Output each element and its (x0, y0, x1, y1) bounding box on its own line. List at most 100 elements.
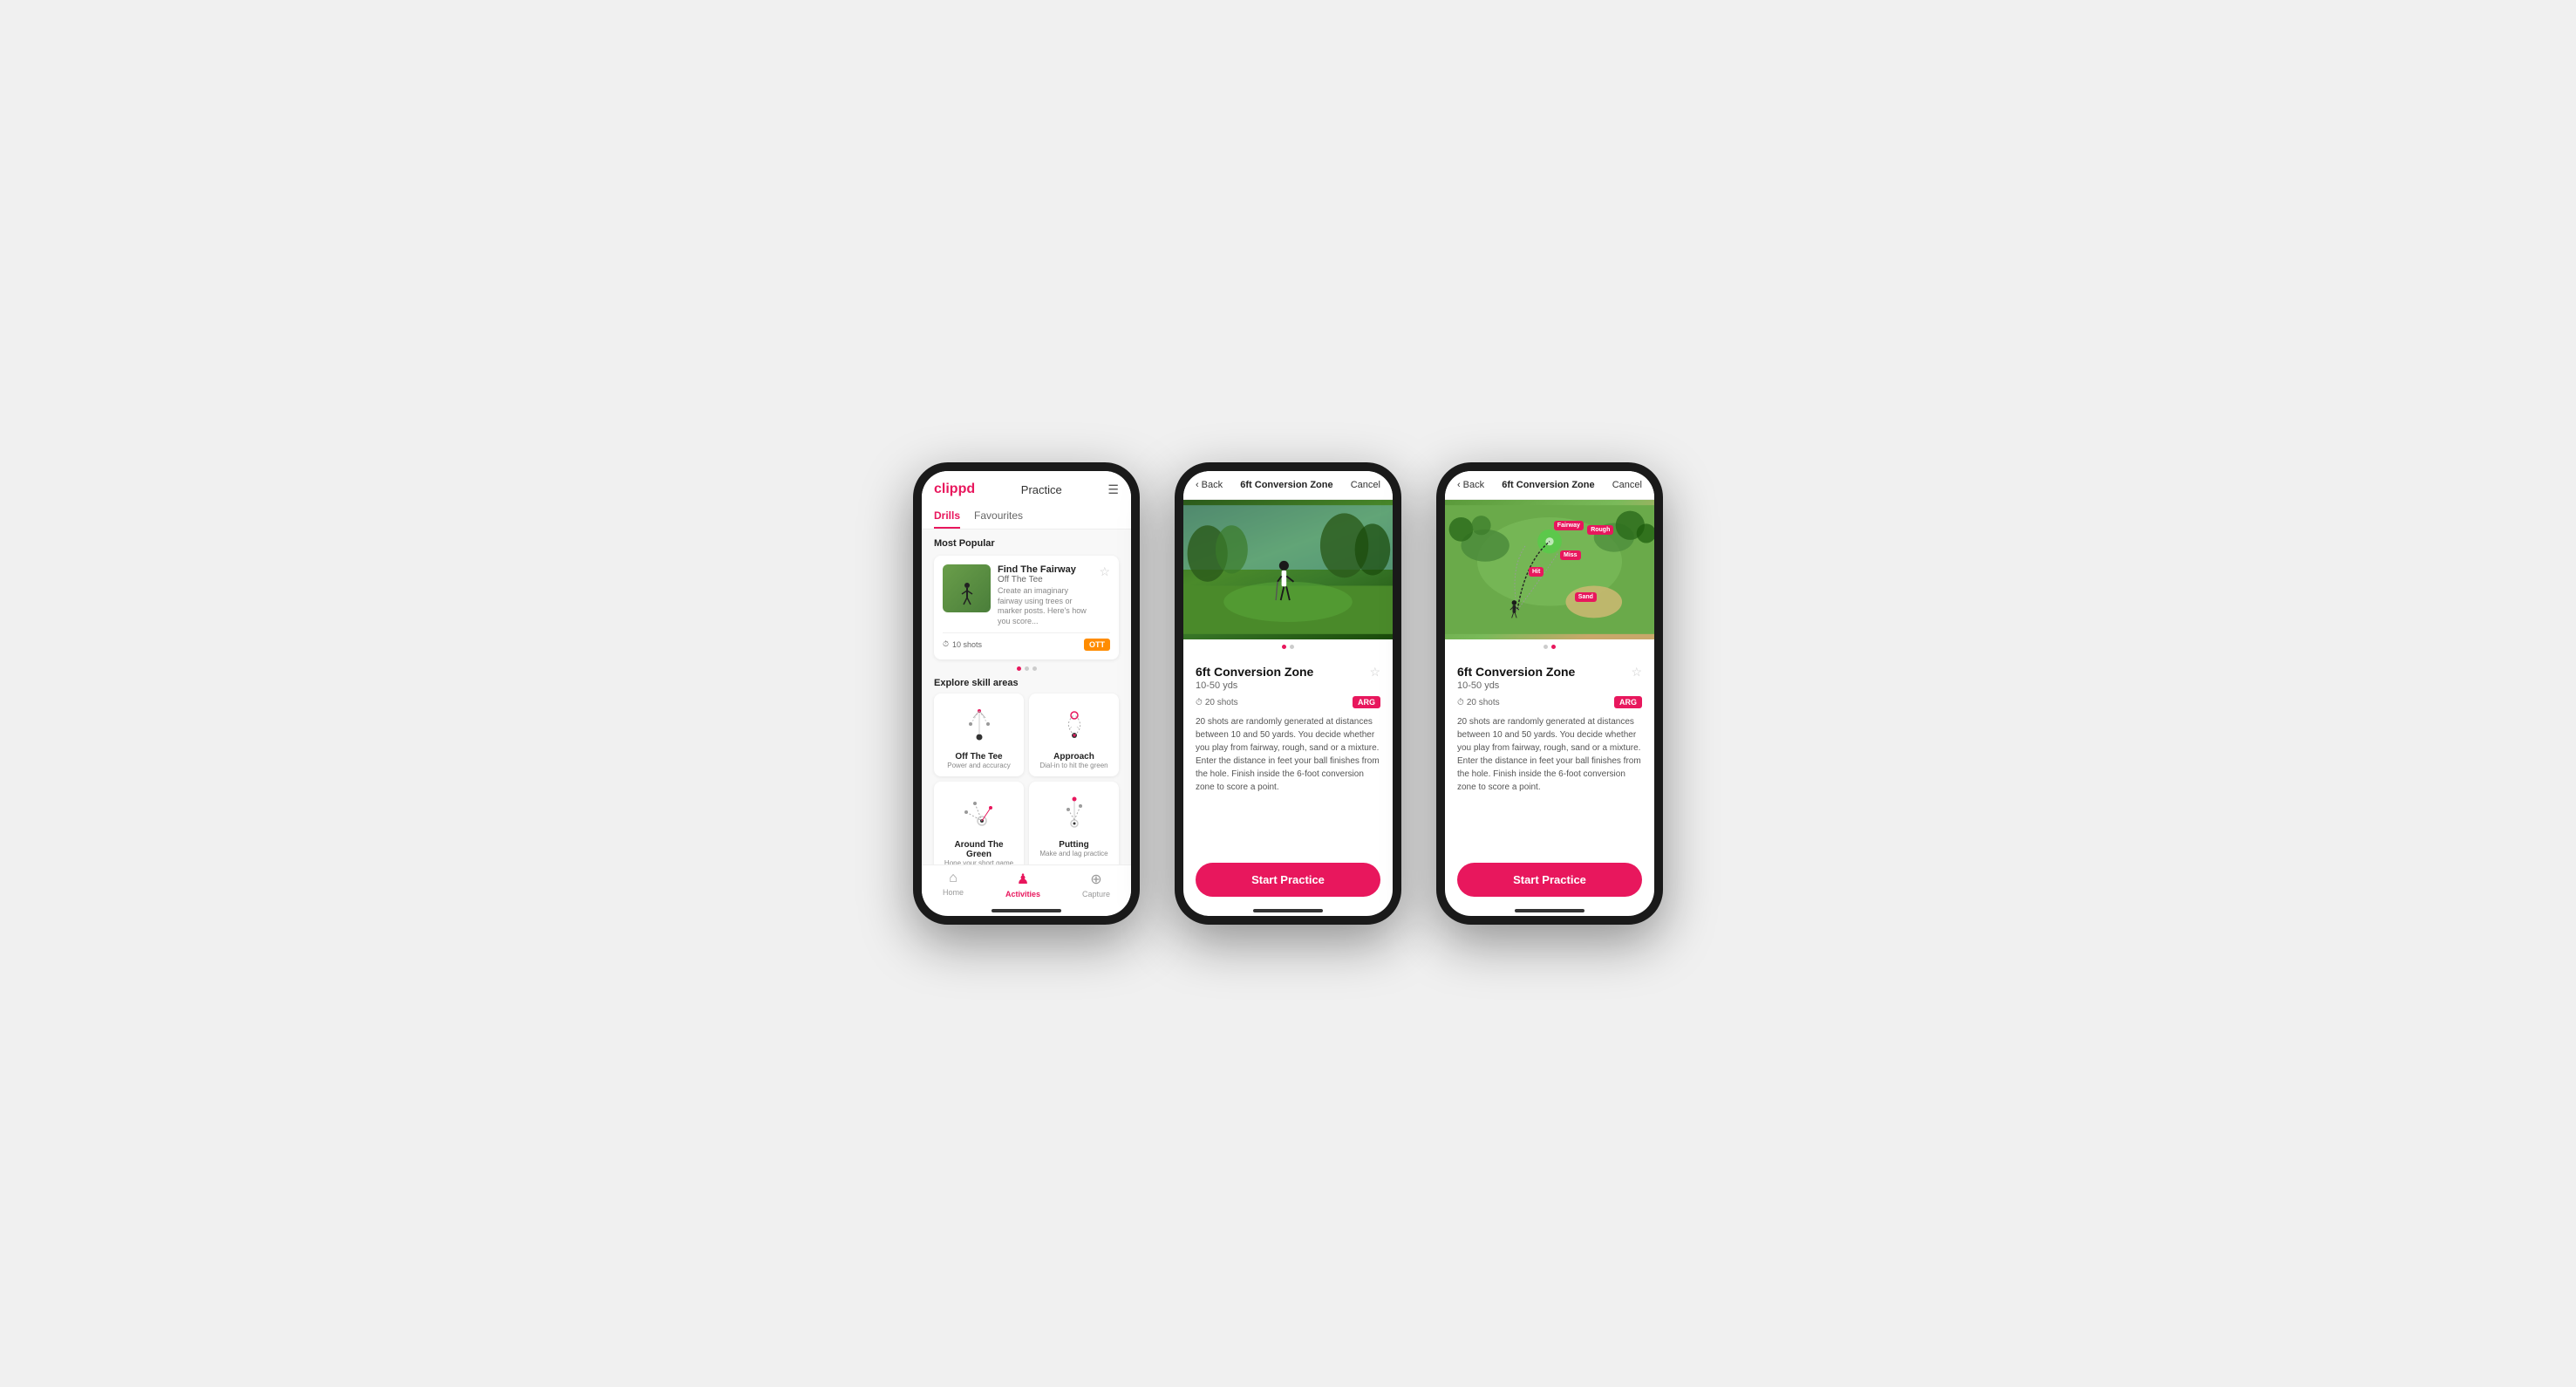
p2-content: 6ft Conversion Zone 10-50 yds ☆ ⏱ 20 sho… (1183, 500, 1393, 916)
photo-dot-2 (1290, 645, 1294, 649)
home-indicator-3 (1515, 909, 1584, 912)
menu-icon[interactable]: ☰ (1107, 482, 1119, 497)
home-indicator-2 (1253, 909, 1323, 912)
dot-2 (1025, 666, 1029, 671)
start-practice-button[interactable]: Start Practice (1196, 863, 1380, 897)
skill-card-ott[interactable]: Off The Tee Power and accuracy (934, 694, 1024, 776)
back-chevron-icon: ‹ (1196, 480, 1199, 490)
atg-name: Around The Green (941, 840, 1017, 859)
home-indicator (992, 909, 1061, 912)
p1-content: Most Popular (922, 530, 1131, 864)
nav-capture[interactable]: ⊕ Capture (1082, 871, 1110, 898)
putting-desc: Make and lag practice (1039, 850, 1107, 857)
map-pin-rough: Rough (1587, 525, 1613, 535)
nav-activities-label: Activities (1005, 890, 1040, 898)
golf-scene-svg (1183, 500, 1393, 639)
dot-3 (1032, 666, 1037, 671)
drill-tag-3: ARG (1614, 696, 1642, 708)
hero-photo (1183, 500, 1393, 639)
tabs-bar: Drills Favourites (934, 504, 1119, 529)
capture-icon: ⊕ (1090, 871, 1101, 888)
p3-title: 6ft Conversion Zone (1502, 480, 1594, 490)
skill-areas-grid: Off The Tee Power and accuracy (934, 694, 1119, 864)
drill-info: Find The Fairway Off The Tee Create an i… (998, 564, 1092, 627)
map-pin-hit: Hit (1529, 567, 1544, 577)
approach-name: Approach (1053, 752, 1094, 762)
ott-icon-area (955, 700, 1003, 748)
favourite-star-icon-3[interactable]: ☆ (1631, 665, 1642, 680)
drill-description: Create an imaginary fairway using trees … (998, 586, 1092, 627)
putting-icon-area (1050, 789, 1098, 837)
dot-1 (1017, 666, 1021, 671)
back-button[interactable]: ‹ Back (1196, 480, 1223, 490)
tab-favourites[interactable]: Favourites (974, 504, 1023, 529)
map-carousel-dots (1445, 639, 1654, 654)
featured-drill-card[interactable]: Find The Fairway Off The Tee Create an i… (934, 556, 1119, 659)
hero-map: Fairway Rough Miss Hit Sand (1445, 500, 1654, 639)
map-pin-sand: Sand (1575, 592, 1597, 602)
nav-capture-label: Capture (1082, 890, 1110, 898)
map-dot-2 (1551, 645, 1556, 649)
timer-icon: ⏱ (1196, 698, 1203, 707)
photo-dot-1 (1282, 645, 1286, 649)
timer-icon-3: ⏱ (1457, 698, 1464, 707)
drill-thumbnail (943, 564, 991, 612)
golf-photo-bg (1183, 500, 1393, 639)
ott-drill-icon (957, 702, 1001, 746)
back-chevron-icon-3: ‹ (1457, 480, 1461, 490)
drill-tag: OTT (1084, 639, 1110, 651)
drill-title-3: 6ft Conversion Zone (1457, 665, 1575, 679)
cancel-button-3[interactable]: Cancel (1612, 480, 1642, 490)
p1-header: clippd Practice ☰ Drills Favourites (922, 471, 1131, 530)
back-button-3[interactable]: ‹ Back (1457, 480, 1484, 490)
home-icon: ⌂ (949, 871, 957, 886)
drill-title: 6ft Conversion Zone (1196, 665, 1313, 679)
p3-content: Fairway Rough Miss Hit Sand 6ft Conversi… (1445, 500, 1654, 916)
bottom-nav: ⌂ Home ♟ Activities ⊕ Capture (922, 864, 1131, 905)
map-pin-miss: Miss (1560, 550, 1581, 560)
most-popular-label: Most Popular (934, 538, 1119, 549)
p2-title: 6ft Conversion Zone (1240, 480, 1332, 490)
p2-header: ‹ Back 6ft Conversion Zone Cancel (1183, 471, 1393, 500)
detail-body: 6ft Conversion Zone 10-50 yds ☆ ⏱ 20 sho… (1183, 654, 1393, 854)
photo-carousel-dots (1183, 639, 1393, 654)
phone-2: ‹ Back 6ft Conversion Zone Cancel (1175, 462, 1401, 925)
start-practice-button-3[interactable]: Start Practice (1457, 863, 1642, 897)
activities-icon: ♟ (1017, 871, 1029, 888)
favourite-icon[interactable]: ☆ (1099, 564, 1110, 579)
favourite-star-icon[interactable]: ☆ (1369, 665, 1380, 680)
ott-desc: Power and accuracy (947, 762, 1010, 769)
skill-card-approach[interactable]: Approach Dial-in to hit the green (1029, 694, 1119, 776)
golfer-figure-icon (958, 582, 976, 608)
drill-tag: ARG (1353, 696, 1380, 708)
putting-name: Putting (1059, 840, 1088, 850)
drill-range-3: 10-50 yds (1457, 680, 1575, 691)
skill-card-atg[interactable]: Around The Green Hone your short game (934, 782, 1024, 864)
nav-home-label: Home (943, 888, 964, 897)
tab-drills[interactable]: Drills (934, 504, 960, 529)
detail-body-3: 6ft Conversion Zone 10-50 yds ☆ ⏱ 20 sho… (1445, 654, 1654, 854)
skill-card-putting[interactable]: Putting Make and lag practice (1029, 782, 1119, 864)
ott-name: Off The Tee (955, 752, 1002, 762)
phone-1: clippd Practice ☰ Drills Favourites Most… (913, 462, 1140, 925)
phones-container: clippd Practice ☰ Drills Favourites Most… (913, 462, 1663, 925)
map-dot-1 (1544, 645, 1548, 649)
map-pin-fairway: Fairway (1554, 521, 1584, 530)
shots-info-3: ⏱ 20 shots (1457, 698, 1500, 707)
explore-label: Explore skill areas (934, 678, 1119, 688)
cancel-button[interactable]: Cancel (1351, 480, 1380, 490)
nav-activities[interactable]: ♟ Activities (1005, 871, 1040, 898)
atg-icon-area (955, 789, 1003, 837)
app-logo: clippd (934, 482, 975, 497)
approach-desc: Dial-in to hit the green (1039, 762, 1107, 769)
atg-drill-icon (957, 790, 1001, 834)
p3-header: ‹ Back 6ft Conversion Zone Cancel (1445, 471, 1654, 500)
screen-title: Practice (1021, 483, 1062, 496)
drill-desc-text: 20 shots are randomly generated at dista… (1196, 715, 1380, 794)
approach-icon-area (1050, 700, 1098, 748)
course-map-svg (1445, 500, 1654, 639)
approach-drill-icon (1053, 702, 1096, 746)
drill-subtitle: Off The Tee (998, 575, 1092, 584)
nav-home[interactable]: ⌂ Home (943, 871, 964, 898)
carousel-dots (934, 666, 1119, 671)
